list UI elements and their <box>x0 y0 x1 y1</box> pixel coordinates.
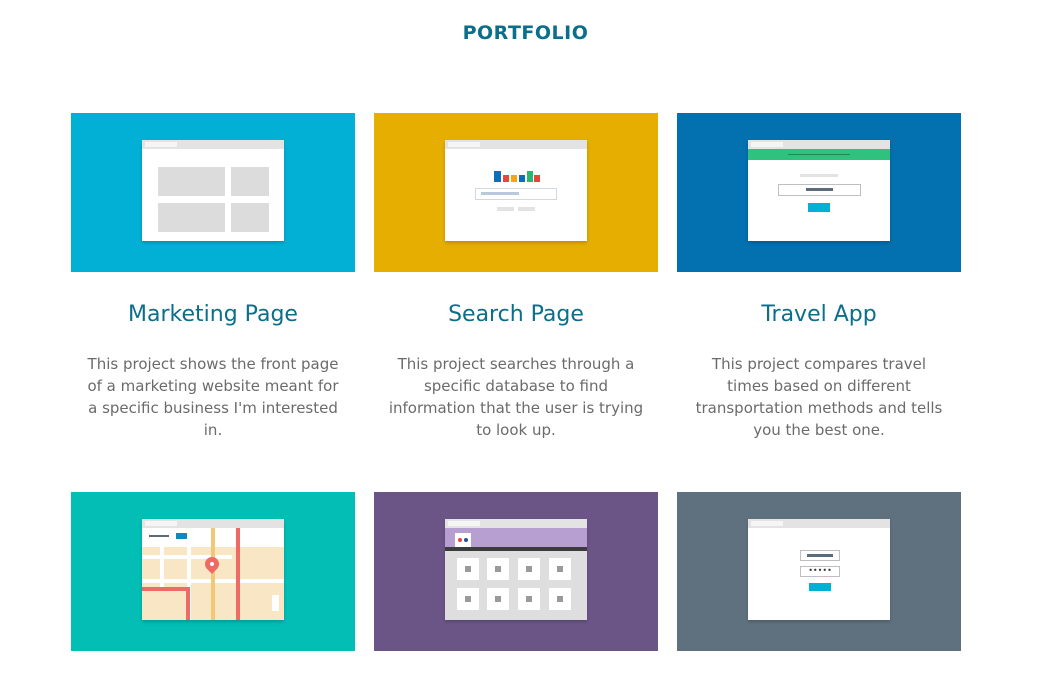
project-thumbnail[interactable] <box>71 492 355 651</box>
project-thumbnail[interactable] <box>677 113 961 272</box>
search-mockup-icon <box>445 140 587 241</box>
map-mockup-icon <box>142 519 284 620</box>
travel-mockup-icon <box>748 140 890 241</box>
page-title: PORTFOLIO <box>462 22 589 44</box>
gallery-mockup-icon <box>445 519 587 620</box>
browser-mockup-icon <box>142 140 284 241</box>
project-description: This project compares travel times based… <box>695 355 943 439</box>
project-description: This project searches through a specific… <box>388 355 644 439</box>
project-title[interactable]: Travel App <box>677 302 961 327</box>
project-thumbnail[interactable] <box>71 113 355 272</box>
project-thumbnail[interactable] <box>374 113 658 272</box>
project-title[interactable]: Search Page <box>374 302 658 327</box>
project-title[interactable]: Marketing Page <box>71 302 355 327</box>
project-description: This project shows the front page of a m… <box>87 355 339 439</box>
project-thumbnail[interactable]: ••••• <box>677 492 961 651</box>
password-mask: ••••• <box>808 566 832 575</box>
project-thumbnail[interactable] <box>374 492 658 651</box>
login-mockup-icon: ••••• <box>748 519 890 620</box>
